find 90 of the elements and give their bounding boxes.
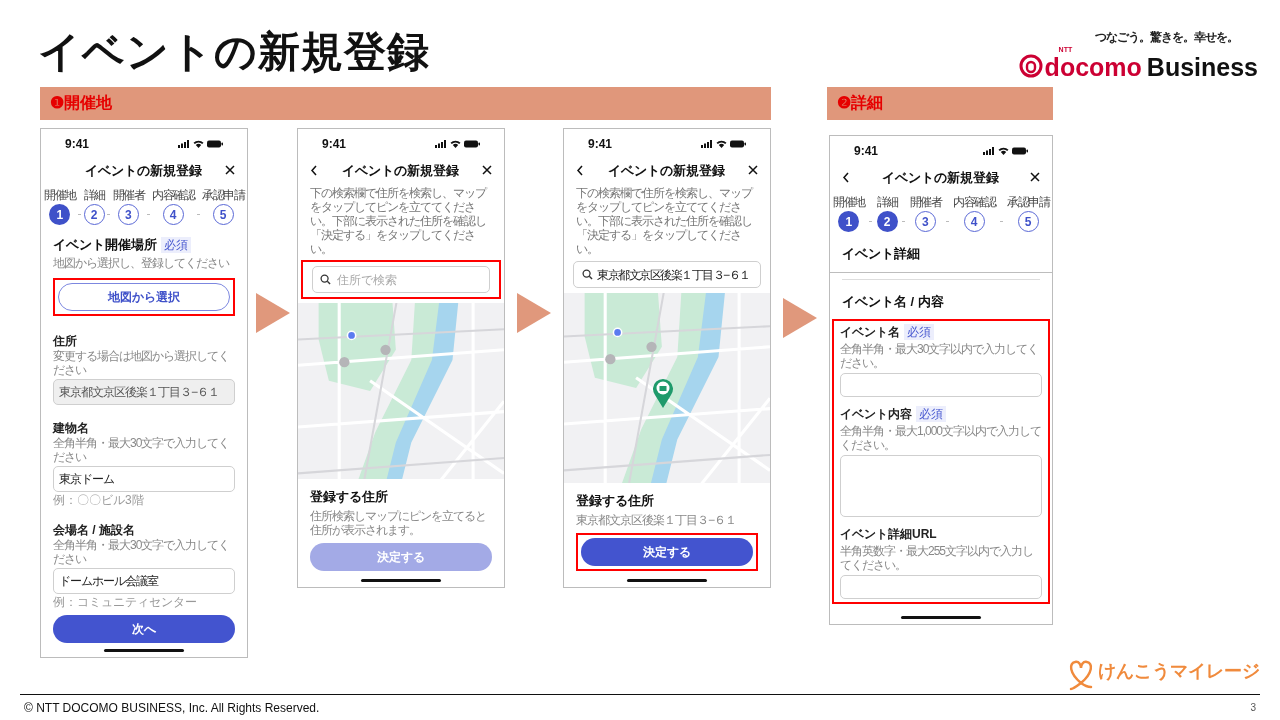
heart-loop-icon	[1067, 658, 1095, 691]
text-field[interactable]: ドームホール会議室	[53, 567, 235, 594]
logo-brand: docomo	[1044, 53, 1142, 81]
field-hint: 全角半角・最大30文字で入力してください	[53, 537, 231, 566]
screen-title: イベントの新規登録	[607, 161, 725, 180]
section-heading: イベント開催場所	[53, 236, 157, 255]
page-number: 3	[1250, 701, 1256, 716]
screen-title: イベントの新規登録	[341, 161, 459, 180]
wifi-icon	[998, 146, 1009, 155]
step-label: 承認申請	[202, 188, 244, 203]
map-pin-icon	[652, 378, 674, 409]
field-label: イベント内容	[840, 406, 912, 424]
field-label: 建物名	[53, 420, 90, 435]
field-label: 住所	[53, 333, 78, 348]
select-from-map-button[interactable]: 地図から選択	[58, 282, 230, 311]
text-field[interactable]: 東京ドーム	[53, 465, 235, 492]
close-icon[interactable]	[225, 165, 235, 176]
slide-title: イベントの新規登録	[38, 27, 430, 77]
required-badge: 必須	[904, 324, 934, 341]
signal-icon	[701, 139, 713, 148]
required-badge: 必須	[161, 236, 191, 253]
battery-icon	[730, 139, 746, 148]
status-time: 9:41	[322, 135, 347, 153]
status-time: 9:41	[65, 135, 90, 153]
step-label: 詳細	[876, 195, 898, 210]
primary-button[interactable]: 次へ	[53, 614, 235, 643]
section-heading: イベント詳細	[841, 245, 921, 264]
logo-tagline: つなごう。驚きを。幸せを。	[1095, 29, 1238, 46]
section-hint: 地図から選択し、登録してください	[53, 255, 231, 270]
result-address: 東京都文京区後楽１丁目３−６１	[576, 512, 737, 527]
subsection-heading: イベント名 / 内容	[842, 292, 945, 311]
close-icon[interactable]	[482, 165, 492, 176]
result-address: 住所検索しマップにピンを立てると住所が表示されます。	[310, 508, 487, 537]
close-icon[interactable]	[748, 165, 758, 176]
field-hint: 全角半角・最大1,000文字以内で入力してください。	[840, 424, 1042, 453]
field-example: 例：コミュニティセンター	[53, 594, 198, 609]
section-label: ❷詳細	[837, 93, 883, 114]
step-label: 開催地	[833, 195, 865, 210]
copyright-text: © NTT DOCOMO BUSINESS, Inc. All Rights Reserved.	[24, 699, 320, 717]
wifi-icon	[193, 139, 204, 148]
close-icon[interactable]	[1030, 172, 1040, 183]
logo-icon	[1018, 54, 1043, 78]
step-label: 内容確認	[953, 195, 995, 210]
back-icon[interactable]	[576, 164, 584, 176]
signal-icon	[178, 139, 190, 148]
search-icon	[582, 269, 593, 281]
field-hint: 全角半角・最大30文字以内で入力してください。	[840, 342, 1040, 371]
search-field[interactable]: 東京都文京区後楽１丁目３−６１	[573, 261, 761, 289]
triangle-arrow-icon	[517, 292, 551, 333]
triangle-arrow-icon	[783, 297, 817, 338]
field-label: イベント詳細URL	[840, 526, 937, 544]
field-label: 会場名 / 施設名	[53, 522, 136, 537]
step-label: 開催者	[112, 188, 144, 203]
required-badge: 必須	[916, 406, 946, 423]
result-heading: 登録する住所	[576, 492, 655, 511]
primary-button[interactable]: 決定する	[581, 537, 753, 566]
triangle-arrow-icon	[255, 292, 290, 333]
text-field[interactable]	[840, 575, 1042, 600]
search-field[interactable]: 住所で検索	[312, 266, 490, 294]
back-icon[interactable]	[310, 164, 318, 176]
signal-icon	[435, 139, 447, 148]
step-label: 開催地	[44, 188, 76, 203]
screen-title: イベントの新規登録	[84, 161, 202, 180]
battery-icon	[464, 139, 480, 148]
field-hint: 半角英数字・最大255文字以内で入力してください。	[840, 544, 1035, 573]
back-icon[interactable]	[842, 171, 850, 183]
section-label: ❶開催地	[50, 93, 112, 114]
screen-title: イベントの新規登録	[881, 168, 999, 187]
step-label: 詳細	[83, 188, 105, 203]
battery-icon	[207, 139, 223, 148]
wifi-icon	[450, 139, 461, 148]
step-label: 承認申請	[1007, 195, 1049, 210]
instruction-text: 下の検索欄で住所を検索し、マップをタップしてピンを立ててください。下部に表示された住所を確認し「決定する」をタップしてください。	[310, 186, 488, 257]
text-field[interactable]	[840, 373, 1042, 398]
wifi-icon	[716, 139, 727, 148]
status-time: 9:41	[588, 135, 613, 153]
step-label: 内容確認	[152, 188, 194, 203]
result-heading: 登録する住所	[310, 488, 389, 507]
instruction-text: 下の検索欄で住所を検索し、マップをタップしてピンを立ててください。下部に表示された住所を確認し「決定する」をタップしてください。	[576, 186, 754, 257]
status-time: 9:41	[854, 142, 879, 160]
search-icon	[320, 274, 331, 286]
field-hint: 全角半角・最大30文字で入力してください	[53, 435, 231, 464]
field-label: イベント名	[840, 324, 900, 342]
logo-business: Business	[1146, 53, 1258, 81]
signal-icon	[983, 146, 995, 155]
health-mileage-logo: けんこうマイレージ	[1098, 659, 1260, 683]
battery-icon	[1012, 146, 1028, 155]
step-label: 開催者	[909, 195, 941, 210]
field-example: 例：〇〇ビル3階	[53, 492, 145, 507]
field-hint: 変更する場合は地図から選択してください	[53, 348, 230, 377]
